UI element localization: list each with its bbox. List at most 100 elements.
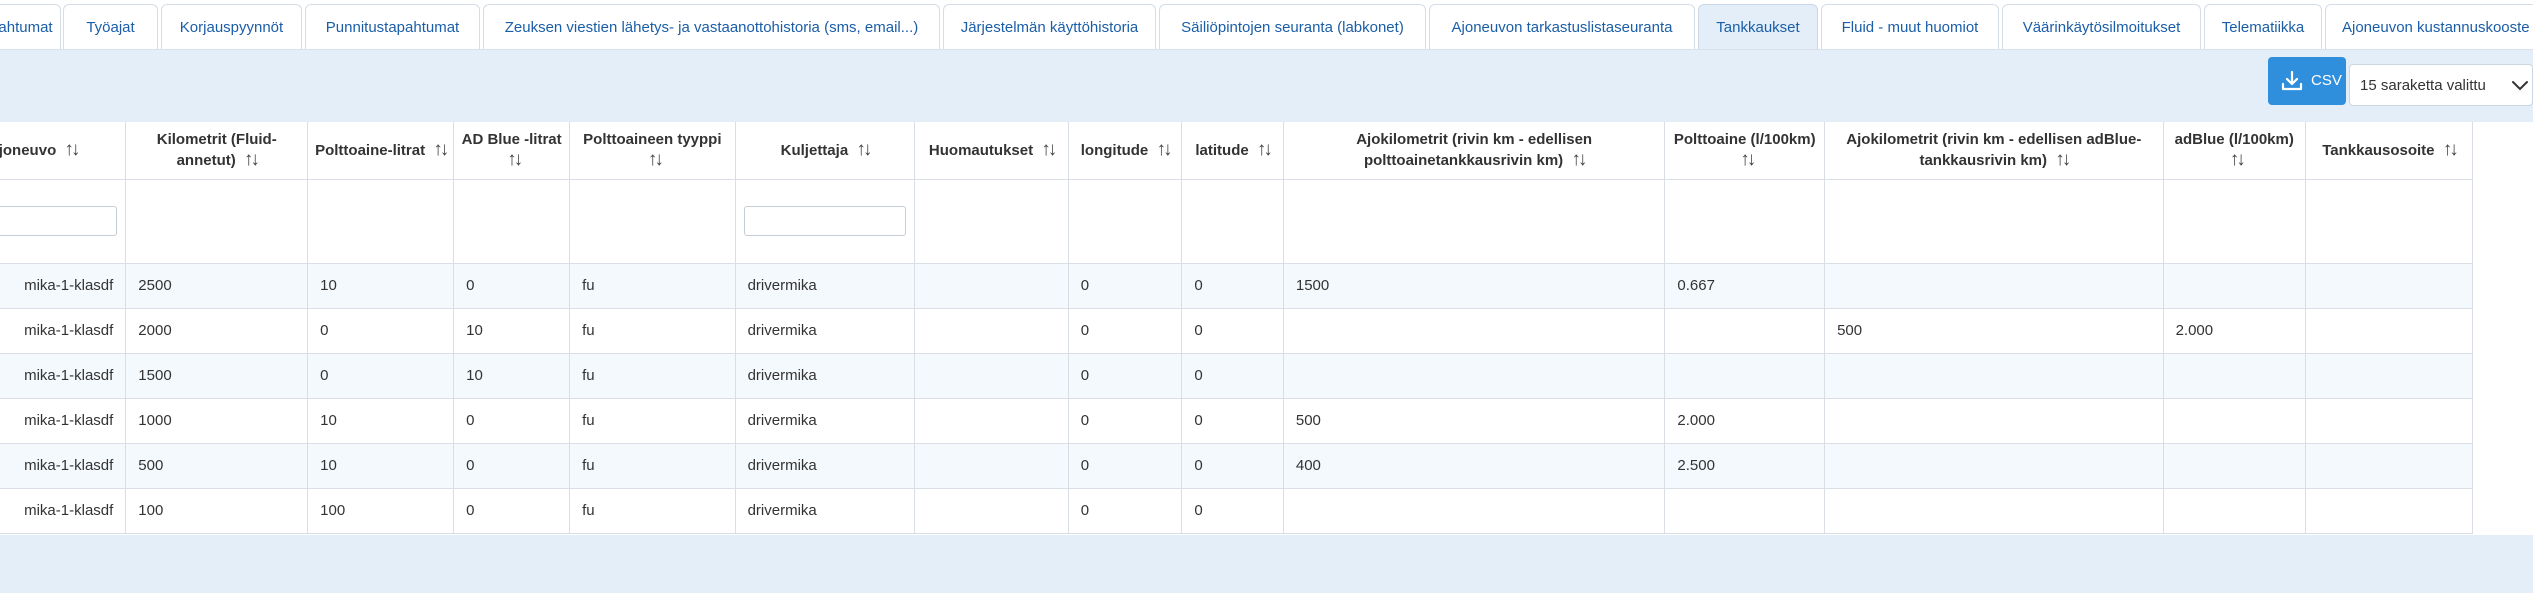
- filter-cell: [1068, 179, 1183, 264]
- filter-cell: [1283, 179, 1666, 264]
- tab-punnitustapahtumat[interactable]: Punnitustapahtumat: [305, 4, 480, 49]
- table-cell: fu: [569, 308, 736, 354]
- table-cell: drivermika: [735, 263, 916, 309]
- table-cell: 0: [1181, 398, 1284, 444]
- sort-icon[interactable]: ↑↓: [1156, 139, 1172, 160]
- column-header-label: Tankkausosoite: [2322, 141, 2435, 159]
- table-cell: 0: [1181, 263, 1284, 309]
- column-header-latitude[interactable]: latitude ↑↓: [1181, 122, 1284, 180]
- sort-icon[interactable]: ↑↓: [2055, 149, 2071, 170]
- table-cell: fu: [569, 488, 736, 534]
- table-row[interactable]: mika-1-klasdf 2500 10 0 fu drivermika 0 0 1500 0.…: [0, 263, 2474, 309]
- filter-cell: [1664, 179, 1826, 264]
- table-cell: drivermika: [735, 353, 916, 399]
- column-header-label: Ajoneuvo: [0, 141, 57, 159]
- table-cell: mika-1-klasdf: [0, 443, 127, 489]
- table-cell: 0: [1181, 353, 1284, 399]
- table-cell: 2.000: [1664, 398, 1826, 444]
- column-header-kilometrit-fluid-annetut[interactable]: Kilometrit (Fluid-annetut) ↑↓: [125, 122, 309, 180]
- sort-icon[interactable]: ↑↓: [1257, 139, 1273, 160]
- column-header-label: Huomautukset: [928, 141, 1034, 159]
- column-header-label: Kilometrit (Fluid-annetut): [156, 130, 277, 169]
- filter-input-kuljettaja[interactable]: [743, 206, 907, 236]
- sort-icon[interactable]: ↑↓: [64, 139, 80, 160]
- column-header-kuljettaja[interactable]: Kuljettaja ↑↓: [735, 122, 916, 180]
- table-cell: mika-1-klasdf: [0, 398, 127, 444]
- table-cell: mika-1-klasdf: [0, 353, 127, 399]
- table-row[interactable]: mika-1-klasdf 100 100 0 fu drivermika 0 0: [0, 488, 2474, 534]
- table-cell: 10: [307, 398, 455, 444]
- tab-fluid-muut-huomiot[interactable]: Fluid - muut huomiot: [1821, 4, 1999, 49]
- tab-korjauspyynnot[interactable]: Korjauspyynnöt: [161, 4, 302, 49]
- chevron-down-icon: [2512, 81, 2528, 91]
- tab-tyoajat[interactable]: Työajat: [63, 4, 158, 49]
- column-header-polttoaine-litrat[interactable]: Polttoaine-litrat ↑↓: [307, 122, 455, 180]
- table-cell: [914, 398, 1069, 444]
- column-header-ajokilometrit-rivin-km-edellisen-adblue-tankkausrivin-km[interactable]: Ajokilometrit (rivin km - edellisen adBl…: [1824, 122, 2164, 180]
- column-header-polttoaineen-tyyppi[interactable]: Polttoaineen tyyppi ↑↓: [569, 122, 736, 180]
- table-cell: mika-1-klasdf: [0, 488, 127, 534]
- filter-cell: [914, 179, 1069, 264]
- sort-icon[interactable]: ↑↓: [1740, 149, 1756, 170]
- table-row[interactable]: mika-1-klasdf 1500 0 10 fu drivermika 0 0: [0, 353, 2474, 399]
- table-cell: 0: [1181, 308, 1284, 354]
- table-cell: fu: [569, 263, 736, 309]
- filter-input-ajoneuvo[interactable]: [0, 206, 118, 236]
- table-cell: fu: [569, 443, 736, 489]
- sort-icon[interactable]: ↑↓: [648, 149, 664, 170]
- table-cell: 2.500: [1664, 443, 1826, 489]
- table-cell: [2163, 398, 2306, 444]
- table-cell: [2305, 353, 2474, 399]
- column-header-tankkausosoite[interactable]: Tankkausosoite ↑↓: [2305, 122, 2474, 180]
- table-cell: [1283, 488, 1666, 534]
- tab-kustannuskooste[interactable]: Ajoneuvon kustannuskooste: [2325, 4, 2533, 49]
- tab-tankkaukset[interactable]: Tankkaukset: [1698, 4, 1818, 49]
- column-header-ad-blue-litrat[interactable]: AD Blue -litrat ↑↓: [453, 122, 571, 180]
- tab-viestihistoria[interactable]: Zeuksen viestien lähetys- ja vastaanotto…: [483, 4, 940, 49]
- table-cell: drivermika: [735, 443, 916, 489]
- sort-icon[interactable]: ↑↓: [244, 149, 260, 170]
- sort-icon[interactable]: ↑↓: [2443, 139, 2459, 160]
- table-cell: [1664, 488, 1826, 534]
- table-cell: [1664, 353, 1826, 399]
- tab-sailiopinnat[interactable]: Säiliöpintojen seuranta (labkonet): [1159, 4, 1426, 49]
- table-cell: 500: [125, 443, 309, 489]
- column-header-huomautukset[interactable]: Huomautukset ↑↓: [914, 122, 1069, 180]
- tab-tarkastuslista[interactable]: Ajoneuvon tarkastuslistaseuranta: [1429, 4, 1695, 49]
- table-row[interactable]: mika-1-klasdf 500 10 0 fu drivermika 0 0 400 2.50…: [0, 443, 2474, 489]
- sort-icon[interactable]: ↑↓: [2230, 149, 2246, 170]
- tab-tapahtumat[interactable]: ahtumat: [0, 4, 61, 49]
- csv-export-button[interactable]: CSV: [2268, 57, 2346, 105]
- table-cell: 0.667: [1664, 263, 1826, 309]
- tab-kayttohistoria[interactable]: Järjestelmän käyttöhistoria: [943, 4, 1156, 49]
- sort-icon[interactable]: ↑↓: [856, 139, 872, 160]
- table-cell: 2.000: [2163, 308, 2306, 354]
- table-row[interactable]: mika-1-klasdf 2000 0 10 fu drivermika 0 0 500 2.0…: [0, 308, 2474, 354]
- table-cell: 10: [307, 443, 455, 489]
- table-cell: [1824, 353, 2164, 399]
- column-header-polttoaine-l-100km[interactable]: Polttoaine (l/100km) ↑↓: [1664, 122, 1826, 180]
- tab-vaarinkaytosilmoitukset[interactable]: Väärinkäytösilmoitukset: [2002, 4, 2201, 49]
- column-header-longitude[interactable]: longitude ↑↓: [1068, 122, 1183, 180]
- sort-icon[interactable]: ↑↓: [1041, 139, 1057, 160]
- csv-label: CSV: [2311, 72, 2342, 89]
- table-body: mika-1-klasdf 2500 10 0 fu drivermika 0 0 1500 0.…: [0, 263, 2474, 534]
- column-header-ajokilometrit-rivin-km-edellisen-polttoainetankkausrivin-km[interactable]: Ajokilometrit (rivin km - edellisen polt…: [1283, 122, 1666, 180]
- table-cell: 0: [1068, 488, 1183, 534]
- column-header-adblue-l-100km[interactable]: adBlue (l/100km) ↑↓: [2163, 122, 2306, 180]
- column-header-label: longitude: [1080, 141, 1149, 159]
- table-cell: 0: [1068, 308, 1183, 354]
- sort-icon[interactable]: ↑↓: [433, 139, 449, 160]
- tab-telematiikka[interactable]: Telematiikka: [2204, 4, 2322, 49]
- table-row[interactable]: mika-1-klasdf 1000 10 0 fu drivermika 0 0 500 2.0…: [0, 398, 2474, 444]
- table-cell: [2163, 488, 2306, 534]
- column-header-ajoneuvo[interactable]: Ajoneuvo ↑↓: [0, 122, 127, 180]
- table-cell: [2305, 263, 2474, 309]
- column-select-dropdown[interactable]: 15 saraketta valittu: [2349, 64, 2533, 106]
- table-header-row: Ajoneuvo ↑↓Kilometrit (Fluid-annetut) ↑↓…: [0, 122, 2474, 180]
- column-header-label: Polttoaineen tyyppi: [583, 130, 722, 148]
- sort-icon[interactable]: ↑↓: [507, 149, 523, 170]
- table-cell: [2305, 308, 2474, 354]
- sort-icon[interactable]: ↑↓: [1571, 149, 1587, 170]
- table-cell: [1824, 263, 2164, 309]
